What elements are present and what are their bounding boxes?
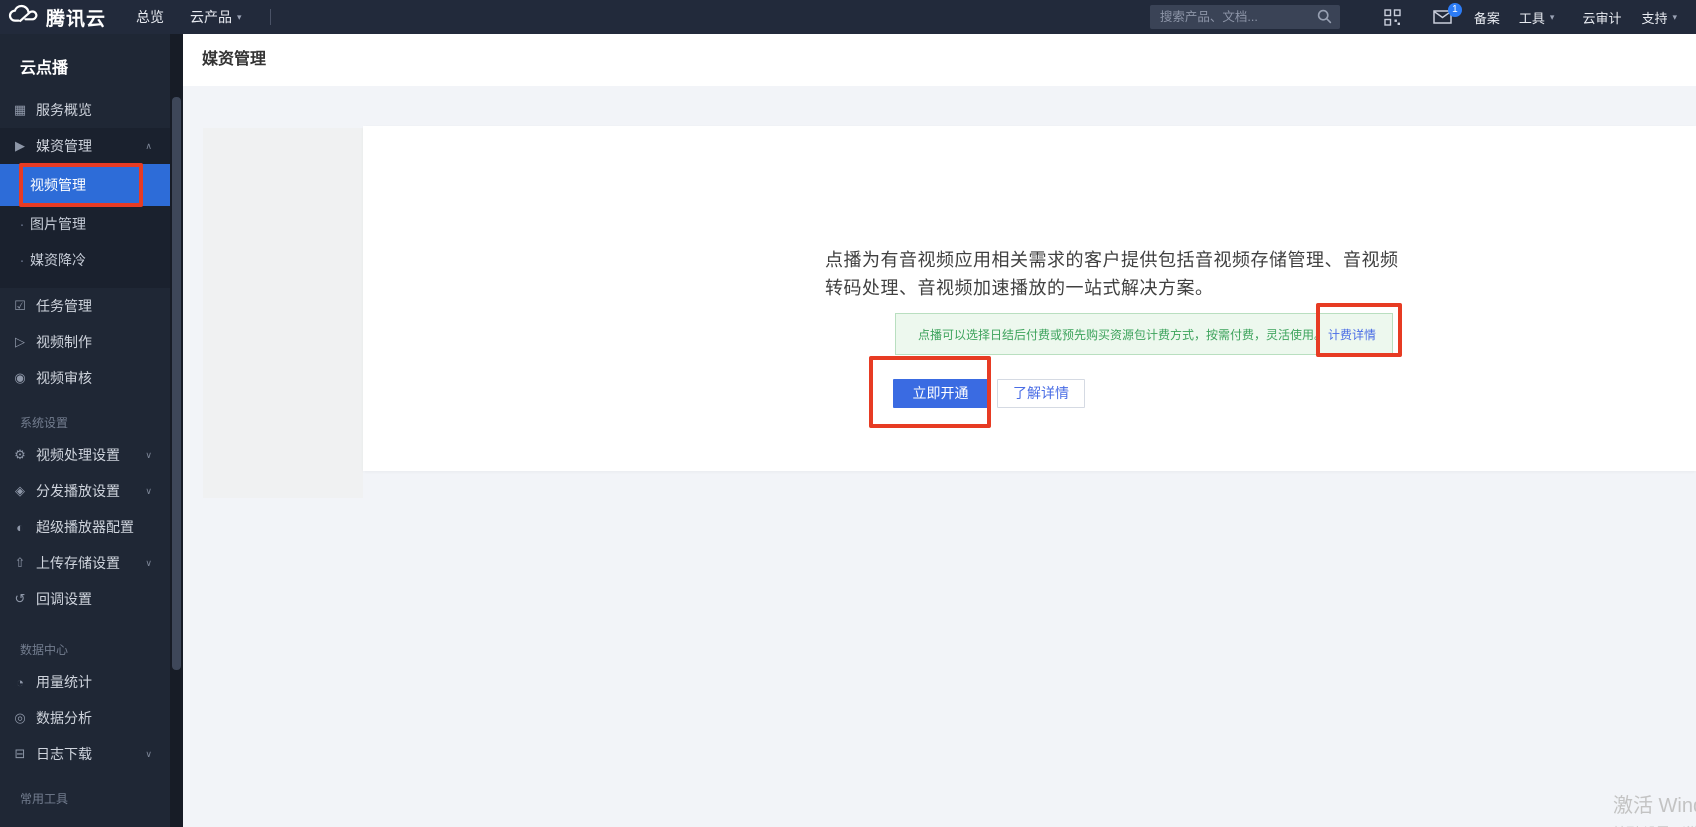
billing-tip-text: 点播可以选择日结后付费或预先购买资源包计费方式，按需付费，灵活使用。 (918, 327, 1327, 342)
bullet-icon: · (19, 251, 25, 269)
sidebar-item-data-analysis[interactable]: ◎ 数据分析 (0, 700, 170, 736)
content-left-panel (203, 128, 363, 498)
upload-icon: ⇧ (14, 555, 26, 570)
sidebar-item-label: 视频审核 (36, 370, 92, 386)
play-outline-icon: ▷ (15, 334, 25, 349)
caret-down-icon: ▾ (1672, 11, 1677, 22)
bullet-icon: · (19, 176, 25, 194)
sidebar-item-task-management[interactable]: ☑ 任务管理 (0, 288, 170, 324)
sidebar-section-common-tools: 常用工具 (20, 792, 69, 806)
analytics-icon: ◎ (14, 710, 26, 725)
billing-tip-banner: 点播可以选择日结后付费或预先购买资源包计费方式，按需付费，灵活使用。 计费详情 (895, 313, 1393, 355)
pie-chart-icon: ◔ (16, 674, 24, 690)
learn-more-button[interactable]: 了解详情 (997, 379, 1085, 408)
checklist-icon: ☑ (14, 298, 26, 313)
sidebar-group-media-management: ▶ 媒资管理 ∧ · 视频管理 · 图片管理 · 媒资降冷 (0, 128, 170, 288)
chevron-down-icon: ∨ (145, 748, 152, 759)
sidebar-item-callback-settings[interactable]: ↺ 回调设置 (0, 581, 170, 617)
sidebar-item-video-management[interactable]: · 视频管理 (0, 164, 170, 206)
caret-down-icon: ▾ (1549, 11, 1555, 22)
sidebar-item-label: 视频管理 (30, 177, 86, 193)
sidebar-section-system-settings: 系统设置 (20, 416, 69, 430)
distribution-icon: ◈ (15, 483, 25, 498)
chevron-up-icon: ∧ (145, 140, 152, 151)
search-icon[interactable] (1317, 9, 1332, 29)
activate-now-button[interactable]: 立即开通 (893, 379, 988, 408)
bullet-icon: · (19, 215, 25, 233)
page-header-bar: 媒资管理 (183, 34, 1696, 86)
page-title: 媒资管理 (202, 51, 267, 68)
sidebar-item-video-production[interactable]: ▷ 视频制作 (0, 324, 170, 360)
sidebar-item-log-download[interactable]: ⊟ 日志下载 ∨ (0, 736, 170, 772)
nav-overview[interactable]: 总览 (136, 7, 164, 27)
chevron-down-icon: ∨ (145, 449, 152, 460)
sidebar-item-label: 上传存储设置 (36, 555, 120, 571)
watermark-line1: 激活 Windows (1613, 795, 1696, 817)
service-description-line1: 点播为有音视频应用相关需求的客户提供包括音视频存储管理、音视频 (825, 250, 1399, 270)
sidebar-item-label: 数据分析 (36, 710, 92, 726)
sidebar-item-image-management[interactable]: · 图片管理 (0, 206, 170, 242)
sidebar-item-super-player-config[interactable]: ◐ 超级播放器配置 (0, 509, 170, 545)
tencent-cloud-logo-icon (8, 4, 38, 30)
topbar-divider (269, 9, 271, 25)
sidebar-item-label: 回调设置 (36, 591, 92, 607)
sidebar-item-media-cooling[interactable]: · 媒资降冷 (0, 242, 170, 278)
sidebar-item-label: 视频制作 (36, 334, 92, 350)
sidebar-item-label: 超级播放器配置 (36, 519, 134, 535)
nav-tools[interactable]: 工具 ▾ (1519, 8, 1555, 27)
nav-cloud-audit[interactable]: 云审计 (1582, 8, 1621, 27)
mail-icon[interactable]: 1 (1433, 3, 1462, 24)
nav-cloud-products[interactable]: 云产品 ▾ (190, 7, 242, 27)
chevron-down-icon: ∨ (145, 485, 152, 496)
search-box (1149, 5, 1340, 29)
sidebar-item-video-review[interactable]: ◉ 视频审核 (0, 360, 170, 396)
play-circle-icon: ◉ (14, 370, 26, 385)
sidebar-scrollbar-thumb[interactable] (172, 97, 181, 670)
sidebar-item-label: 服务概览 (36, 102, 92, 118)
sidebar-item-label: 用量统计 (36, 674, 92, 690)
top-navigation-bar: 腾讯云 总览 云产品 ▾ 搜索产品、文档... 1 备案 工具 ▾ 云审计 支持… (0, 0, 1696, 34)
sidebar-item-label: 图片管理 (30, 216, 86, 232)
sidebar-product-title: 云点播 (20, 60, 69, 77)
chevron-down-icon: ∨ (145, 557, 152, 568)
sidebar-item-video-processing-settings[interactable]: ⚙ 视频处理设置 ∨ (0, 437, 170, 473)
vod-sidebar: 云点播 ▦ 服务概览 ▶ 媒资管理 ∧ · 视频管理 · 图片管理 · 媒资降冷 ☑ 任务管理 ▷ 视频制作… (0, 34, 170, 827)
sidebar-item-label: 分发播放设置 (36, 483, 120, 499)
windows-activation-watermark: 激活 Windows 转到“设置”以激活 Windows。 (1613, 789, 1696, 827)
sidebar-scrollbar-track (170, 34, 183, 827)
calendar-icon: ⊟ (14, 746, 26, 761)
sidebar-item-usage-statistics[interactable]: ◔ 用量统计 (0, 664, 170, 700)
sidebar-item-label: 日志下载 (36, 746, 92, 762)
sidebar-menu: ▦ 服务概览 ▶ 媒资管理 ∧ · 视频管理 · 图片管理 · 媒资降冷 ☑ 任务管理 ▷ 视频制作 ◉ 视频审… (0, 92, 170, 813)
caret-down-icon: ▾ (237, 11, 242, 22)
sidebar-item-label: 媒资管理 (36, 138, 92, 154)
grid-icon: ▦ (13, 102, 27, 117)
player-config-icon: ◐ (16, 519, 24, 535)
gear-icon: ⚙ (14, 447, 26, 462)
sidebar-item-label: 任务管理 (36, 298, 92, 314)
callback-icon: ↺ (14, 591, 26, 606)
sidebar-section-data-center: 数据中心 (20, 643, 69, 657)
sidebar-item-media-management[interactable]: ▶ 媒资管理 ∧ (0, 128, 170, 164)
sidebar-item-label: 视频处理设置 (36, 447, 120, 463)
watermark-line2: 转到“设置”以激活 Windows。 (1613, 822, 1696, 827)
billing-detail-link[interactable]: 计费详情 (1328, 326, 1376, 343)
service-description-line2: 转码处理、音视频加速播放的一站式解决方案。 (825, 278, 1214, 298)
video-icon: ▶ (15, 138, 25, 153)
qr-scan-icon[interactable] (1384, 8, 1401, 26)
logo-text: 腾讯云 (46, 8, 107, 30)
sidebar-item-distribution-playback-settings[interactable]: ◈ 分发播放设置 ∨ (0, 473, 170, 509)
mail-badge: 1 (1447, 3, 1462, 17)
sidebar-item-service-overview[interactable]: ▦ 服务概览 (0, 92, 170, 128)
service-description: 点播为有音视频应用相关需求的客户提供包括音视频存储管理、音视频 转码处理、音视频… (825, 246, 1465, 302)
tencent-cloud-logo[interactable]: 腾讯云 (8, 4, 106, 31)
nav-support[interactable]: 支持 ▾ (1641, 8, 1677, 27)
nav-beian[interactable]: 备案 (1474, 8, 1500, 27)
tencent-cloud-console: 腾讯云 总览 云产品 ▾ 搜索产品、文档... 1 备案 工具 ▾ 云审计 支持… (0, 0, 1696, 827)
search-input[interactable] (1149, 5, 1340, 29)
sidebar-item-upload-storage-settings[interactable]: ⇧ 上传存储设置 ∨ (0, 545, 170, 581)
sidebar-item-label: 媒资降冷 (30, 252, 86, 268)
